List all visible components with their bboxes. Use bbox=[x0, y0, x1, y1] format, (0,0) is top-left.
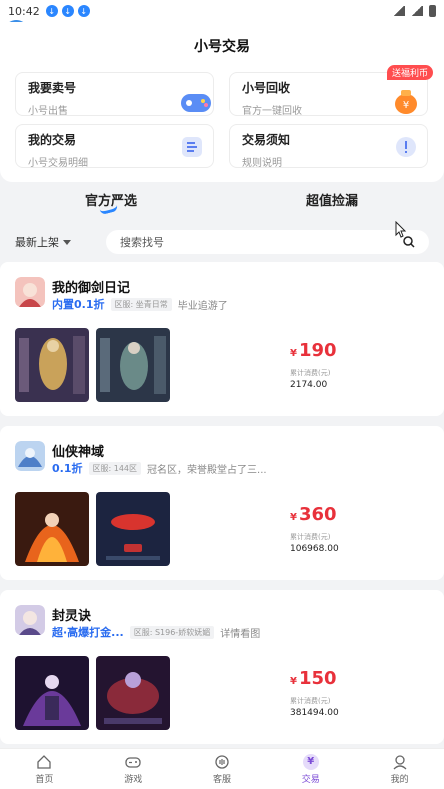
total-spend-label: 累计消费(元) bbox=[290, 369, 331, 377]
money-bag-icon: ¥ bbox=[395, 90, 417, 114]
search-input[interactable]: 搜索找号 bbox=[106, 230, 429, 254]
screenshot-image bbox=[96, 328, 170, 402]
account-listing[interactable]: 仙侠神域 0.1折 区服: 144区 冠名区，荣誉殿堂占了三... ¥360 累… bbox=[0, 426, 444, 580]
server-tag: 区服: 坐青日常 bbox=[110, 297, 172, 311]
screenshot-image bbox=[15, 656, 89, 730]
screenshot-image bbox=[15, 328, 89, 402]
battery-icon bbox=[429, 5, 436, 17]
discount-label: 0.1折 bbox=[52, 462, 83, 475]
nav-label: 我的 bbox=[390, 774, 409, 785]
recycle-account-card[interactable]: 小号回收 官方一键回收 送福利币 ¥ bbox=[229, 65, 433, 117]
home-icon bbox=[37, 754, 52, 769]
nav-label: 交易 bbox=[301, 774, 320, 785]
tab-bar: 官方严选 超值捡漏 bbox=[0, 190, 444, 220]
nav-label: 游戏 bbox=[124, 774, 143, 785]
trade-icon: ¥ bbox=[302, 753, 319, 770]
screenshot-image bbox=[96, 492, 170, 566]
info-icon bbox=[396, 137, 416, 157]
list-icon bbox=[182, 137, 202, 157]
total-spend-value: 2174.00 bbox=[290, 380, 328, 390]
listing-description: 毕业追游了 bbox=[177, 300, 228, 312]
screenshot-image bbox=[96, 656, 170, 730]
tab-bargain[interactable]: 超值捡漏 bbox=[306, 190, 358, 209]
bottom-nav: 首页 游戏 客服 ¥ 交易 我的 bbox=[0, 748, 444, 789]
screenshot-image bbox=[15, 492, 89, 566]
search-placeholder: 搜索找号 bbox=[120, 236, 164, 249]
card-subtitle: 小号交易明细 bbox=[28, 158, 88, 169]
download-icon: ↓ bbox=[45, 5, 58, 17]
total-spend-label: 累计消费(元) bbox=[290, 697, 331, 705]
sell-account-card[interactable]: 我要卖号 小号出售 bbox=[15, 72, 214, 117]
nav-label: 客服 bbox=[212, 774, 231, 785]
filter-row: 最新上架 搜索找号 bbox=[0, 230, 444, 254]
server-tag: 区服: S196-娇软妩媚 bbox=[129, 625, 215, 639]
download-icon: ↓ bbox=[61, 5, 74, 17]
nav-profile[interactable]: 我的 bbox=[355, 749, 444, 789]
card-title: 小号回收 bbox=[242, 81, 291, 95]
total-spend-value: 381494.00 bbox=[290, 708, 339, 718]
nav-label: 首页 bbox=[35, 774, 54, 785]
game-name: 封灵诀 bbox=[52, 609, 92, 624]
game-thumbnail bbox=[15, 605, 45, 635]
game-name: 我的御剑日记 bbox=[52, 281, 131, 296]
server-tag: 区服: 144区 bbox=[88, 461, 142, 475]
nav-support[interactable]: 客服 bbox=[178, 749, 267, 789]
gamepad-icon bbox=[125, 756, 141, 768]
welfare-badge: 送福利币 bbox=[386, 65, 433, 80]
nav-trade[interactable]: ¥ 交易 bbox=[266, 749, 355, 789]
sort-dropdown[interactable]: 最新上架 bbox=[15, 234, 71, 250]
status-time: 10:42 bbox=[8, 4, 40, 18]
listing-description: 详情看图 bbox=[220, 628, 261, 640]
price: ¥190 bbox=[290, 340, 337, 361]
price: ¥150 bbox=[290, 668, 337, 689]
game-thumbnail bbox=[15, 277, 45, 307]
listing-description: 冠名区，荣誉殿堂占了三... bbox=[147, 464, 267, 476]
download-icon: ↓ bbox=[77, 5, 90, 17]
sort-label: 最新上架 bbox=[15, 236, 59, 249]
profile-icon bbox=[393, 754, 407, 769]
support-icon bbox=[215, 754, 229, 769]
card-title: 我要卖号 bbox=[28, 81, 77, 95]
game-name: 仙侠神域 bbox=[52, 445, 105, 460]
my-trades-card[interactable]: 我的交易 小号交易明细 bbox=[15, 124, 214, 169]
wifi-icon bbox=[393, 6, 405, 16]
nav-home[interactable]: 首页 bbox=[0, 749, 89, 789]
price: ¥360 bbox=[290, 504, 337, 525]
top-area: 小号交易 我要卖号 小号出售 小号回收 官方一键回收 送福利币 ¥ 我的交易 小… bbox=[0, 22, 444, 182]
discount-label: 超·高爆打金... bbox=[52, 626, 124, 639]
trade-notice-card[interactable]: 交易须知 规则说明 bbox=[229, 124, 428, 169]
page-title: 小号交易 bbox=[194, 39, 250, 55]
card-title: 我的交易 bbox=[28, 133, 77, 147]
discount-label: 内置0.1折 bbox=[52, 298, 105, 311]
account-listing[interactable]: 我的御剑日记 内置0.1折 区服: 坐青日常 毕业追游了 ¥190 累计消费(元… bbox=[0, 262, 444, 416]
game-thumbnail bbox=[15, 441, 45, 471]
total-spend-value: 106968.00 bbox=[290, 544, 339, 554]
mouse-cursor-icon bbox=[395, 221, 407, 238]
card-title: 交易须知 bbox=[242, 133, 291, 147]
svg-text:¥: ¥ bbox=[403, 100, 409, 111]
card-subtitle: 官方一键回收 bbox=[242, 106, 302, 117]
gamepad-icon bbox=[181, 94, 211, 112]
nav-games[interactable]: 游戏 bbox=[89, 749, 178, 789]
status-bar: 10:42 ↓ ↓ ↓ bbox=[0, 0, 444, 22]
card-subtitle: 规则说明 bbox=[242, 158, 282, 169]
total-spend-label: 累计消费(元) bbox=[290, 533, 331, 541]
signal-icon bbox=[411, 6, 423, 16]
account-listing[interactable]: 封灵诀 超·高爆打金... 区服: S196-娇软妩媚 详情看图 ¥150 累计… bbox=[0, 590, 444, 744]
caret-down-icon bbox=[63, 239, 71, 245]
card-subtitle: 小号出售 bbox=[28, 106, 68, 117]
